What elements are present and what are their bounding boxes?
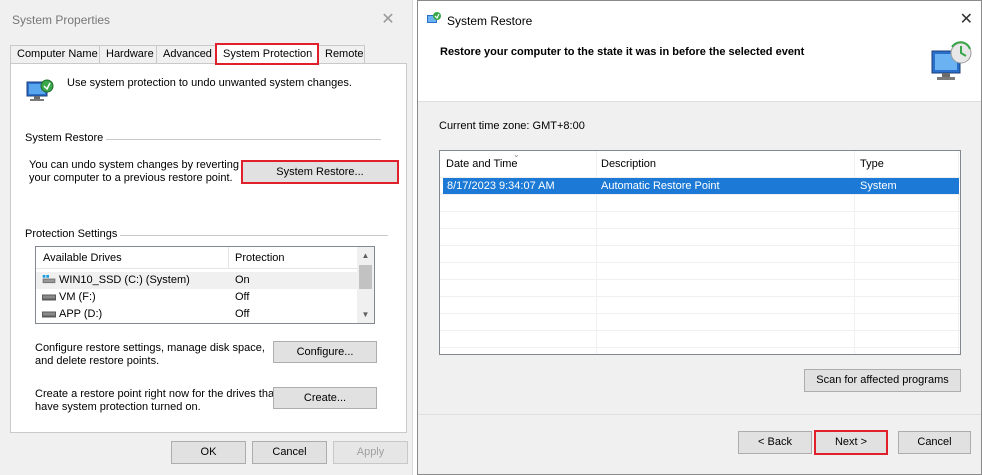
configure-description-line2: and delete restore points. bbox=[35, 355, 160, 367]
group-divider bbox=[120, 235, 388, 236]
back-button[interactable]: < Back bbox=[738, 431, 812, 454]
group-divider bbox=[106, 139, 381, 140]
restore-point-type: System bbox=[860, 180, 897, 192]
configure-description-line1: Configure restore settings, manage disk … bbox=[35, 342, 265, 354]
time-zone-label: Current time zone: GMT+8:00 bbox=[439, 120, 585, 132]
close-icon[interactable]: ✕ bbox=[960, 9, 973, 29]
system-restore-group-label: System Restore bbox=[25, 132, 104, 144]
drive-protection: Off bbox=[235, 291, 250, 303]
drive-row[interactable]: APP (D:) Off bbox=[36, 306, 359, 323]
column-available-drives[interactable]: Available Drives bbox=[43, 252, 122, 264]
drive-icon bbox=[42, 294, 56, 301]
system-protection-icon bbox=[25, 78, 55, 106]
system-restore-title-icon bbox=[426, 11, 442, 27]
restore-point-description: Automatic Restore Point bbox=[601, 180, 720, 192]
row-divider bbox=[440, 245, 960, 246]
page-heading: Restore your computer to the state it wa… bbox=[440, 46, 805, 58]
create-button[interactable]: Create... bbox=[273, 387, 377, 409]
system-restore-button[interactable]: System Restore... bbox=[241, 160, 399, 184]
protection-settings-group-label: Protection Settings bbox=[25, 228, 118, 240]
drive-protection: Off bbox=[235, 308, 250, 320]
system-restore-logo-icon bbox=[930, 41, 974, 83]
scroll-thumb[interactable] bbox=[359, 265, 372, 289]
sort-chevron-icon: ⌄ bbox=[513, 150, 520, 159]
system-drive-icon bbox=[42, 275, 56, 284]
tab-computer-name[interactable]: Computer Name bbox=[10, 45, 100, 64]
tab-system-protection[interactable]: System Protection bbox=[215, 43, 319, 65]
restore-points-table[interactable]: Date and Time ⌄ Description Type 8/17/20… bbox=[439, 150, 961, 355]
drives-list-header: Available Drives Protection bbox=[36, 247, 359, 269]
restore-point-date: 8/17/2023 9:34:07 AM bbox=[447, 180, 555, 192]
create-description-line1: Create a restore point right now for the… bbox=[35, 388, 278, 400]
configure-button[interactable]: Configure... bbox=[273, 341, 377, 363]
restore-description-line1: You can undo system changes by reverting bbox=[29, 159, 239, 171]
intro-text: Use system protection to undo unwanted s… bbox=[67, 77, 352, 89]
row-divider bbox=[440, 194, 960, 195]
column-date-and-time[interactable]: Date and Time bbox=[446, 158, 518, 170]
apply-button[interactable]: Apply bbox=[333, 441, 408, 464]
drive-name: WIN10_SSD (C:) (System) bbox=[59, 274, 190, 286]
create-description-line2: have system protection turned on. bbox=[35, 401, 201, 413]
drive-icon bbox=[42, 311, 56, 318]
scroll-up-icon[interactable]: ▲ bbox=[357, 247, 374, 264]
row-divider bbox=[440, 330, 960, 331]
dialog-title: System Restore bbox=[447, 14, 533, 28]
drive-name: APP (D:) bbox=[59, 308, 103, 320]
row-divider bbox=[440, 211, 960, 212]
dialog-title: System Properties bbox=[12, 13, 111, 27]
column-protection[interactable]: Protection bbox=[235, 252, 285, 264]
cancel-button[interactable]: Cancel bbox=[898, 431, 971, 454]
scroll-down-icon[interactable]: ▼ bbox=[357, 306, 374, 323]
drive-name: VM (F:) bbox=[59, 291, 96, 303]
column-description[interactable]: Description bbox=[601, 158, 656, 170]
close-icon[interactable]: ✕ bbox=[375, 9, 401, 31]
row-divider bbox=[440, 228, 960, 229]
row-divider bbox=[440, 347, 960, 348]
restore-description-line2: your computer to a previous restore poin… bbox=[29, 172, 233, 184]
scan-affected-programs-button[interactable]: Scan for affected programs bbox=[804, 369, 961, 392]
drive-protection: On bbox=[235, 274, 250, 286]
row-divider bbox=[440, 262, 960, 263]
ok-button[interactable]: OK bbox=[171, 441, 246, 464]
tab-hardware[interactable]: Hardware bbox=[99, 45, 157, 64]
system-properties-dialog: System Properties ✕ Computer Name Hardwa… bbox=[0, 0, 413, 475]
drive-row[interactable]: WIN10_SSD (C:) (System) On bbox=[36, 272, 359, 289]
column-type[interactable]: Type bbox=[860, 158, 884, 170]
column-divider bbox=[228, 247, 229, 269]
row-divider bbox=[440, 279, 960, 280]
wizard-footer: < Back Next > Cancel bbox=[418, 414, 981, 474]
drive-row[interactable]: VM (F:) Off bbox=[36, 289, 359, 306]
cancel-button[interactable]: Cancel bbox=[252, 441, 327, 464]
next-button[interactable]: Next > bbox=[814, 430, 888, 455]
restore-point-row[interactable]: 8/17/2023 9:34:07 AM Automatic Restore P… bbox=[443, 178, 959, 194]
tab-advanced[interactable]: Advanced bbox=[156, 45, 216, 64]
system-restore-dialog: System Restore ✕ Restore your computer t… bbox=[417, 0, 982, 475]
row-divider bbox=[440, 313, 960, 314]
tab-remote[interactable]: Remote bbox=[318, 45, 365, 64]
drives-list[interactable]: Available Drives Protection WIN10_SSD (C… bbox=[35, 246, 375, 324]
drives-scrollbar[interactable]: ▲ ▼ bbox=[357, 247, 374, 323]
row-divider bbox=[440, 296, 960, 297]
restore-point-panel: Current time zone: GMT+8:00 Date and Tim… bbox=[418, 101, 981, 414]
